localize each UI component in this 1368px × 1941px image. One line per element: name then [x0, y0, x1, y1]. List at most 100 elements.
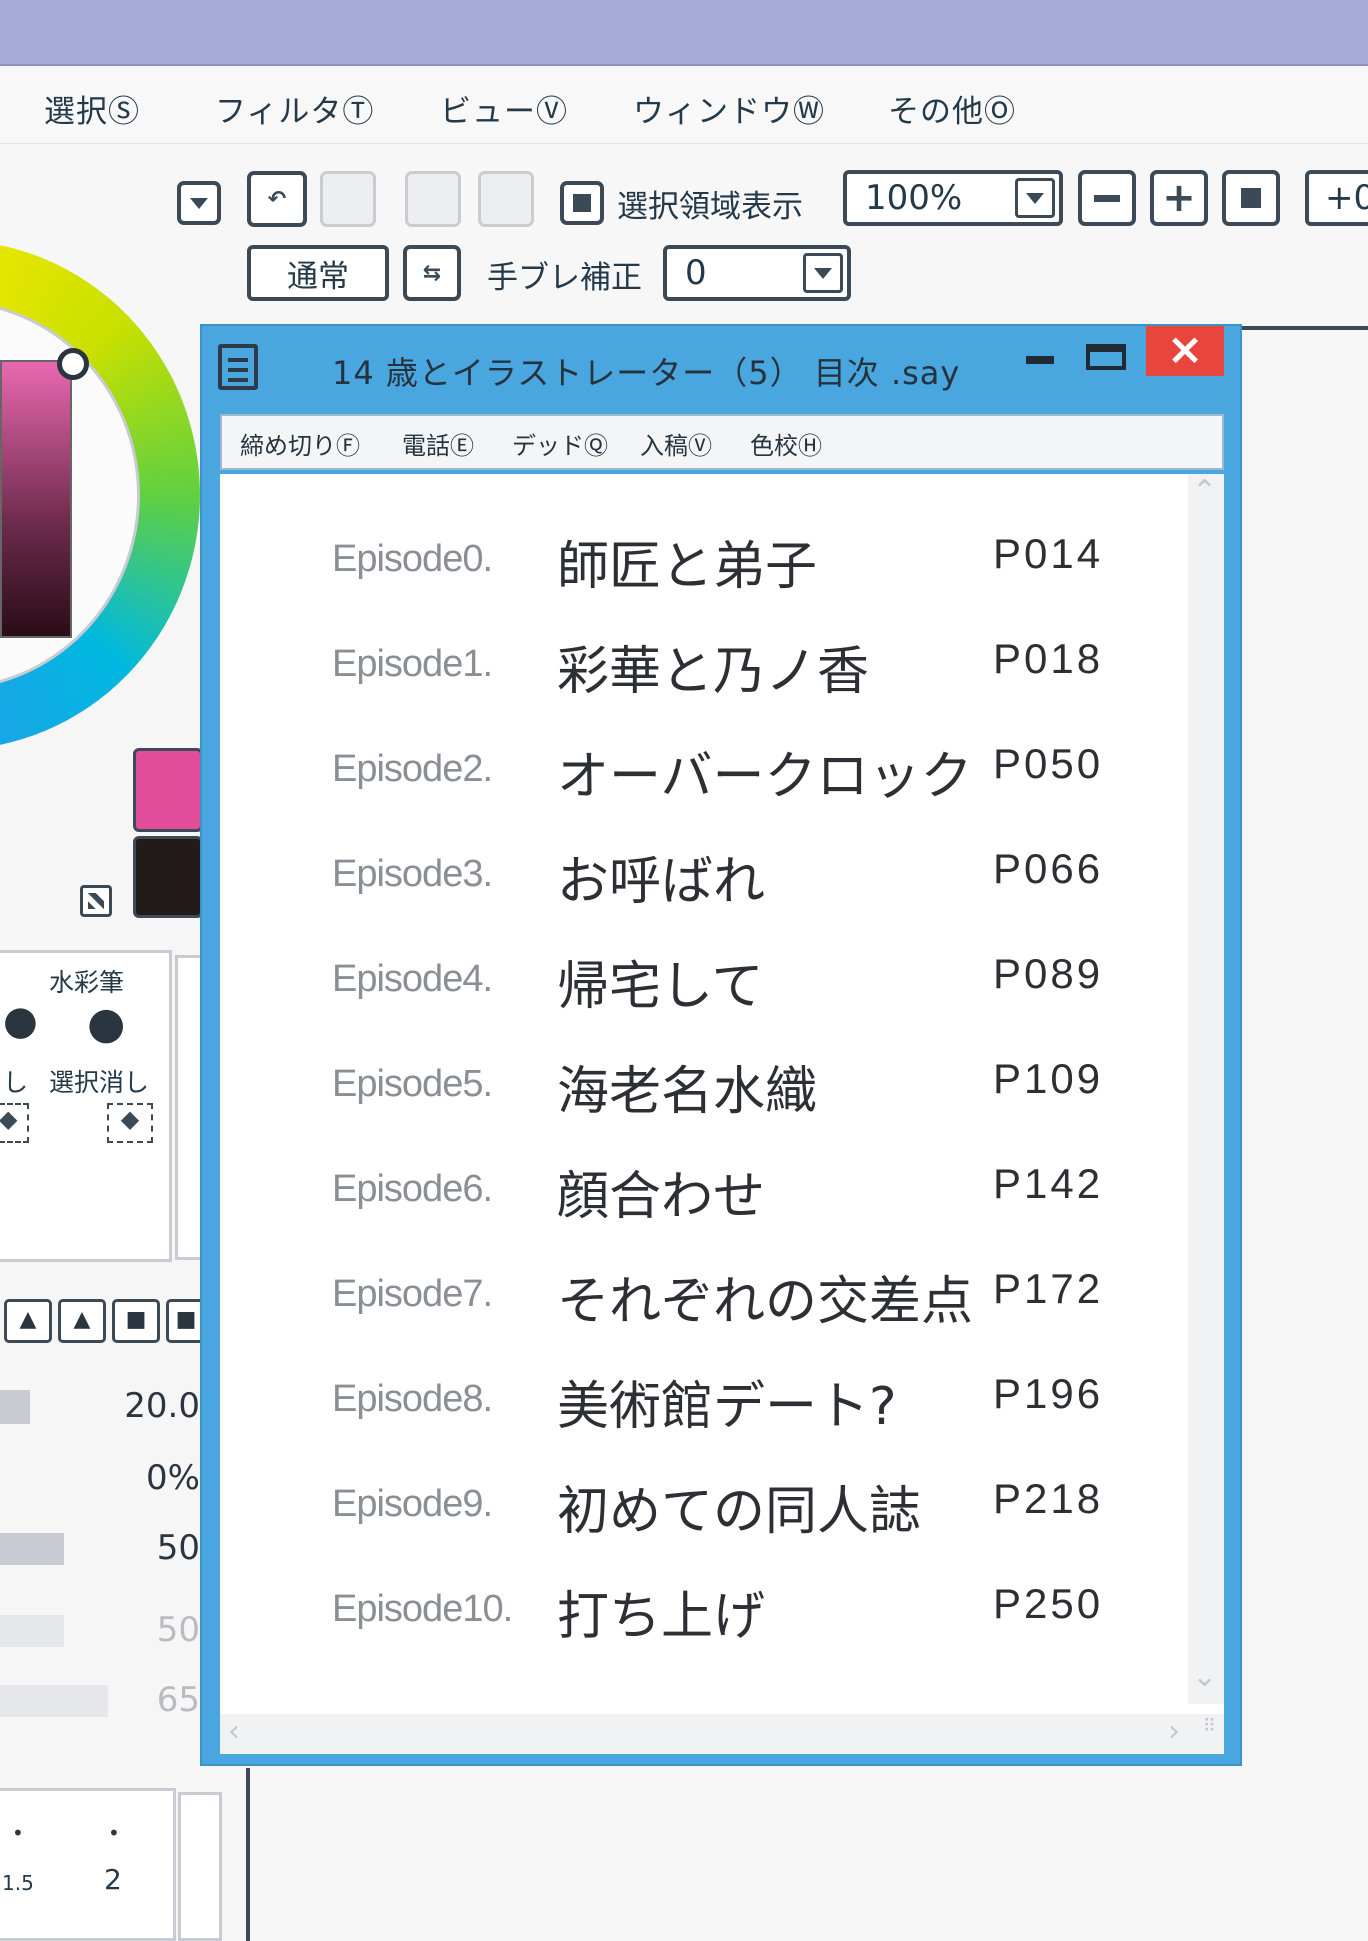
app-title-bar [0, 0, 1368, 66]
blend-mode-select[interactable]: 通常 [247, 245, 389, 301]
rotation-field[interactable]: +0 [1305, 170, 1368, 226]
toc-page-number: P172 [993, 1265, 1104, 1312]
toc-page-number: P196 [993, 1370, 1104, 1417]
undo-button[interactable]: ↶ [247, 171, 307, 227]
transparent-color-button[interactable] [80, 885, 112, 917]
toolbar-dropdown-button[interactable] [177, 181, 221, 225]
eraser-icon[interactable]: ◆ [107, 1103, 153, 1143]
chevron-down-icon[interactable]: ⌄ [1192, 1659, 1217, 1694]
toc-page-number: P218 [993, 1475, 1104, 1522]
chevron-left-icon[interactable]: ‹ [228, 1714, 240, 1749]
brush-panel-scrollbar[interactable] [175, 955, 203, 1260]
color-wheel-panel [0, 240, 200, 760]
brush-shape-trapezoid-icon[interactable]: ▲ [58, 1299, 106, 1343]
swap-icon: ⇆ [422, 260, 442, 286]
dialog-menu-deadline[interactable]: 締め切りⒻ [240, 426, 360, 461]
toc-episode-label: Episode1. [332, 643, 493, 685]
dilution-value[interactable]: 50 [50, 1610, 200, 1650]
chevron-up-icon[interactable]: ⌃ [1192, 474, 1217, 509]
toc-page-number: P142 [993, 1160, 1104, 1207]
toc-page-number: P050 [993, 740, 1104, 787]
brush-size-panel: • • 1.5 2 [0, 1788, 176, 1941]
brush-partial-icon[interactable]: ● [3, 998, 38, 1044]
zoom-reset-button[interactable] [1222, 170, 1280, 226]
toolbar-button-disabled-3[interactable] [478, 171, 534, 227]
menu-select[interactable]: 選択Ⓢ [44, 86, 140, 131]
swap-button[interactable]: ⇆ [403, 245, 461, 301]
size-value[interactable]: 2 [104, 1863, 122, 1896]
chevron-right-icon[interactable]: › [1168, 1714, 1180, 1749]
toc-row[interactable]: Episode4. 帰宅して P089 [220, 936, 1224, 1017]
toc-row[interactable]: Episode2. オーバークロック P050 [220, 726, 1224, 807]
toc-row[interactable]: Episode6. 顔合わせ P142 [220, 1146, 1224, 1227]
stabilizer-value: 0 [685, 253, 707, 293]
menu-view[interactable]: ビューⓋ [440, 86, 568, 131]
size-dot[interactable]: • [12, 1821, 24, 1845]
secondary-color-swatch[interactable] [133, 836, 203, 918]
canvas-frame [246, 1768, 250, 1941]
menu-filter[interactable]: フィルタⓉ [215, 86, 374, 131]
brush-watercolor-label[interactable]: 水彩筆 [49, 963, 124, 999]
primary-color-swatch[interactable] [133, 748, 203, 832]
toc-title: 彩華と乃ノ香 [557, 642, 870, 702]
brush-deselect-label[interactable]: 選択消し [49, 1063, 149, 1099]
square-icon [1241, 188, 1261, 208]
menu-other[interactable]: その他Ⓞ [888, 86, 1016, 131]
brush-size-value[interactable]: 20.0 [50, 1386, 200, 1426]
checker-icon [88, 893, 104, 909]
menu-window[interactable]: ウィンドウⓌ [633, 86, 825, 131]
blend-value[interactable]: 50 [50, 1528, 200, 1568]
maximize-button[interactable] [1086, 344, 1126, 370]
toc-episode-label: Episode7. [332, 1273, 493, 1315]
toc-episode-label: Episode6. [332, 1168, 493, 1210]
toc-row[interactable]: Episode3. お呼ばれ P066 [220, 831, 1224, 912]
blend-mode-value: 通常 [287, 258, 349, 295]
size-value[interactable]: 1.5 [2, 1871, 34, 1895]
toc-page-number: P066 [993, 845, 1104, 892]
toc-row[interactable]: Episode9. 初めての同人誌 P218 [220, 1461, 1224, 1542]
minimize-button[interactable] [1026, 356, 1054, 364]
toc-page-number: P018 [993, 635, 1104, 682]
toc-title: 美術館デート? [557, 1377, 897, 1437]
density-value[interactable]: 0% [50, 1458, 200, 1498]
toolbar-button-disabled-1[interactable] [320, 171, 376, 227]
persistence-value[interactable]: 65 [50, 1680, 200, 1720]
toc-row[interactable]: Episode8. 美術館デート? P196 [220, 1356, 1224, 1437]
hue-handle[interactable] [57, 348, 89, 380]
toc-row[interactable]: Episode10. 打ち上げ P250 [220, 1566, 1224, 1647]
brush-shape-flat-icon[interactable]: ■ [112, 1299, 160, 1343]
eraser-icon[interactable]: ◆ [0, 1103, 29, 1143]
dialog-menu-color-proof[interactable]: 色校Ⓗ [750, 426, 822, 461]
zoom-out-button[interactable] [1078, 170, 1136, 226]
toc-title: 師匠と弟子 [557, 537, 818, 597]
zoom-select[interactable]: 100% [843, 170, 1063, 226]
saturation-value-square[interactable] [0, 360, 72, 638]
toc-row[interactable]: Episode1. 彩華と乃ノ香 P018 [220, 621, 1224, 702]
toolbar-button-disabled-2[interactable] [405, 171, 461, 227]
resize-grip-icon[interactable]: ⠿ [1203, 1716, 1216, 1737]
toc-content: Episode0. 師匠と弟子 P014 Episode1. 彩華と乃ノ香 P018 Epi… [220, 474, 1224, 1754]
vertical-scrollbar[interactable]: ⌃ ⌄ [1188, 474, 1224, 1704]
brush-partial-label[interactable]: し [3, 1063, 28, 1099]
toc-episode-label: Episode8. [332, 1378, 493, 1420]
toc-row[interactable]: Episode5. 海老名水織 P109 [220, 1041, 1224, 1122]
dialog-menu-dead[interactable]: デッドⓆ [512, 426, 608, 461]
brush-watercolor-icon[interactable]: ● [87, 998, 125, 1049]
toc-row[interactable]: Episode7. それぞれの交差点 P172 [220, 1251, 1224, 1332]
stabilizer-select[interactable]: 0 [663, 245, 851, 301]
size-dot[interactable]: • [108, 1821, 120, 1845]
toc-episode-label: Episode3. [332, 853, 493, 895]
zoom-in-button[interactable]: + [1150, 170, 1208, 226]
brush-shape-triangle-icon[interactable]: ▲ [4, 1299, 52, 1343]
show-selection-checkbox[interactable] [560, 181, 604, 225]
dialog-menu-submission[interactable]: 入稿Ⓥ [640, 426, 712, 461]
toc-episode-label: Episode5. [332, 1063, 493, 1105]
close-button[interactable]: × [1146, 326, 1224, 376]
minus-icon [1094, 194, 1120, 202]
dialog-menu-phone[interactable]: 電話Ⓔ [402, 426, 474, 461]
toc-row[interactable]: Episode0. 師匠と弟子 P014 [220, 516, 1224, 597]
toc-page-number: P109 [993, 1055, 1104, 1102]
horizontal-scrollbar[interactable]: ‹ › ⠿ [220, 1714, 1224, 1754]
brush-size-scrollbar[interactable] [178, 1792, 222, 1941]
rotation-value: +0 [1325, 178, 1368, 218]
